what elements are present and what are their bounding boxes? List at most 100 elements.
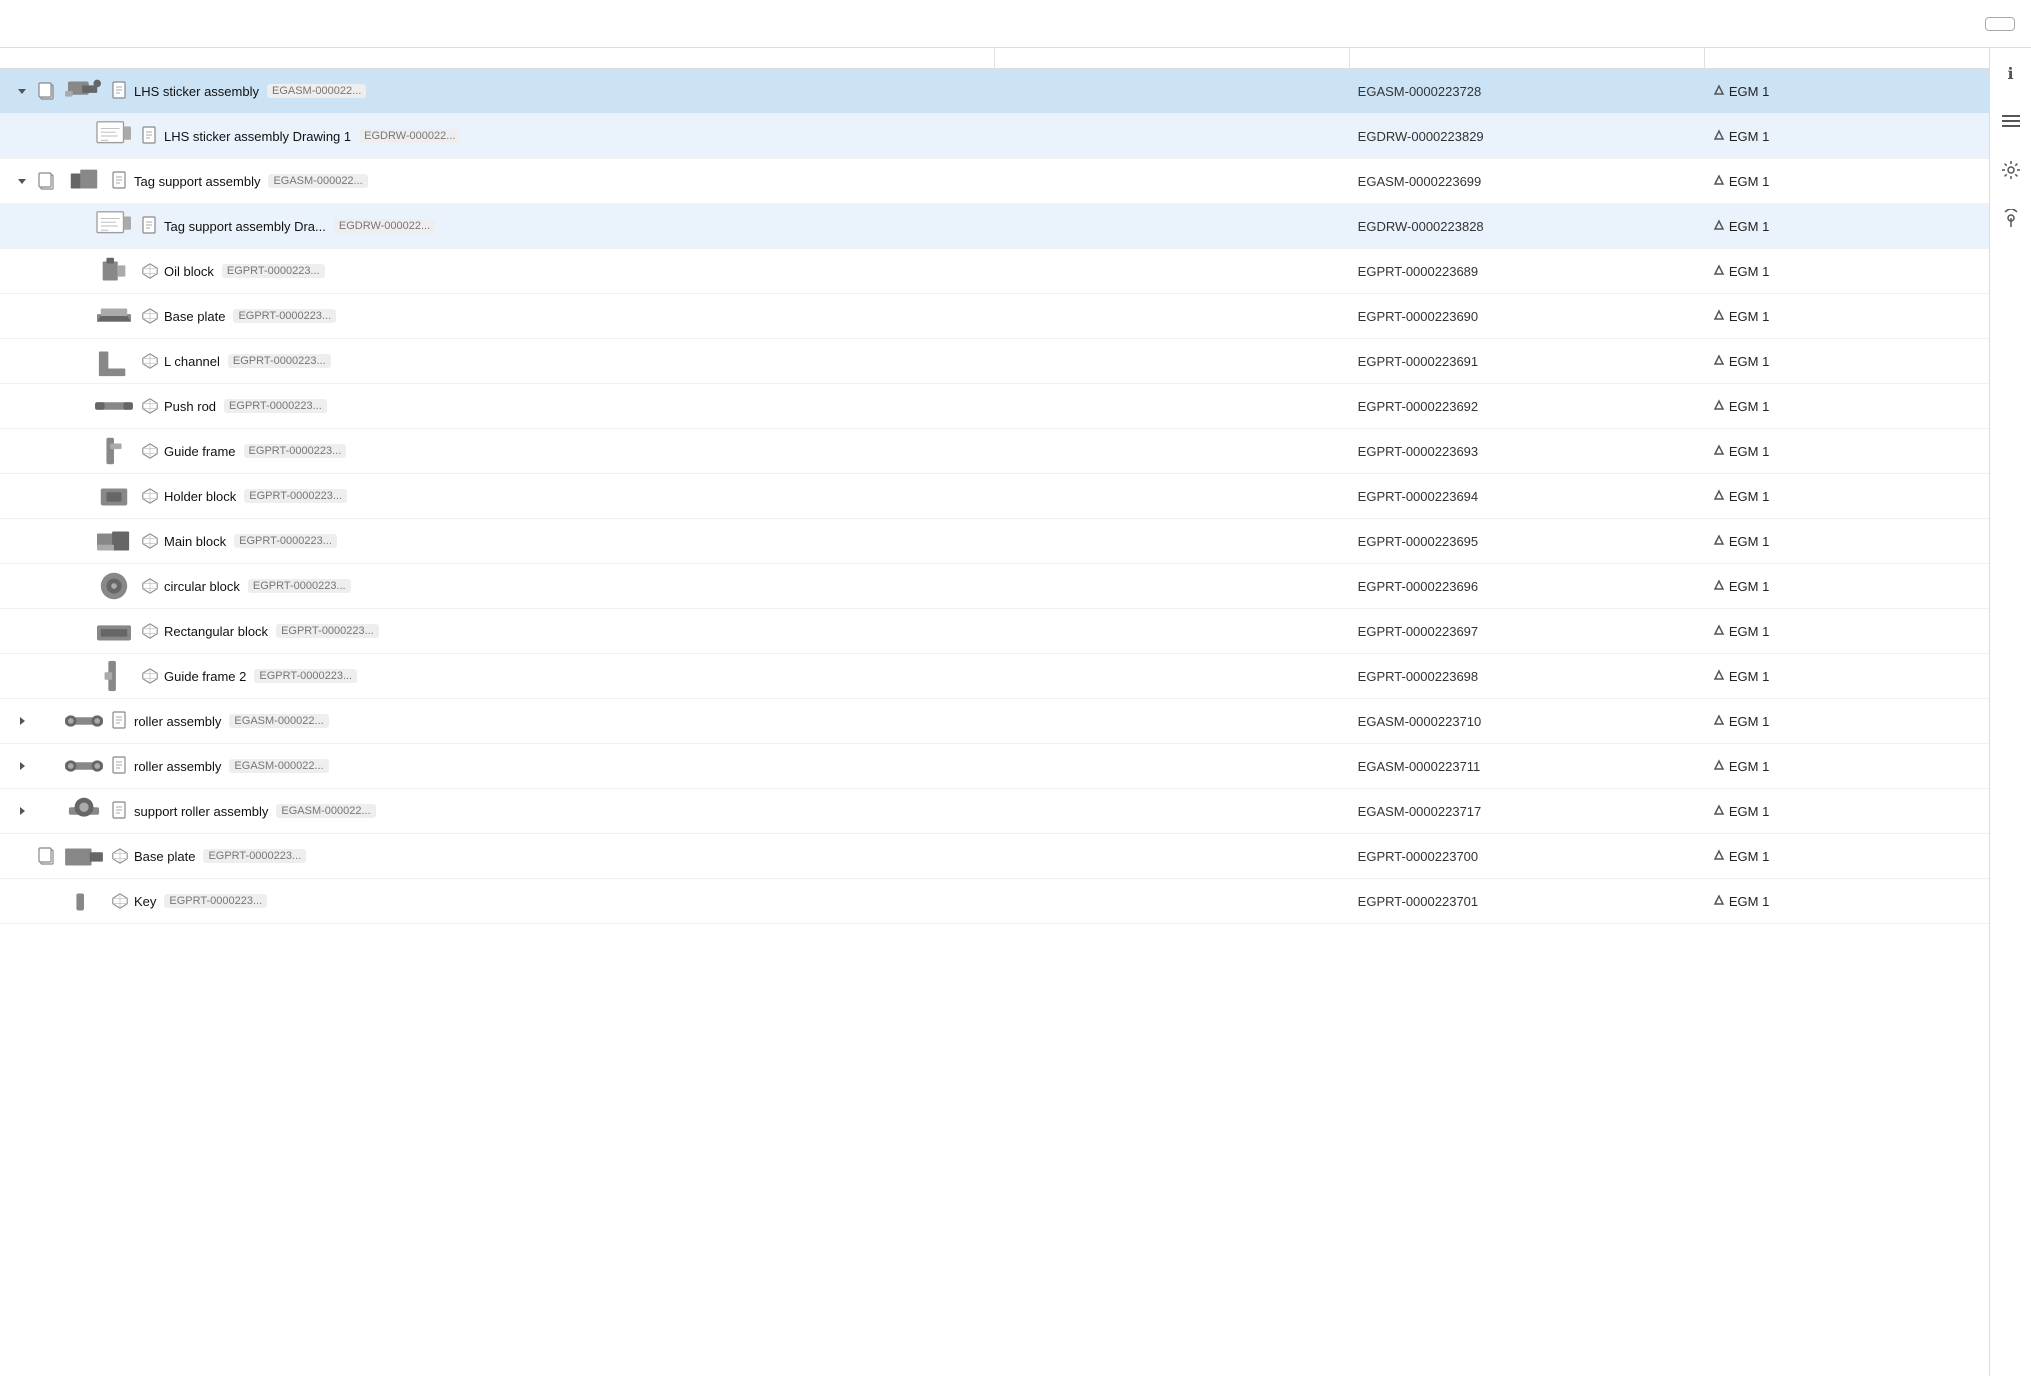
item-name: Tag support assembly Dra...: [164, 219, 326, 234]
part-number-value: EGPRT-0000223693: [1358, 444, 1478, 459]
description-cell: [995, 654, 1350, 699]
revision-arrow-icon: [1713, 714, 1725, 729]
item-tag: EGPRT-0000223...: [244, 444, 347, 458]
description-cell: [995, 609, 1350, 654]
revision-arrow-icon: [1713, 624, 1725, 639]
table-row[interactable]: Guide frameEGPRT-0000223...EGPRT-0000223…: [0, 429, 1989, 474]
table-row[interactable]: roller assemblyEGASM-000022...EGASM-0000…: [0, 699, 1989, 744]
description-cell: [995, 519, 1350, 564]
part-number-cell: EGPRT-0000223692: [1350, 384, 1705, 429]
table-row[interactable]: Tag support assembly Dra...EGDRW-000022.…: [0, 204, 1989, 249]
item-tag: EGPRT-0000223...: [248, 579, 351, 593]
revision-value: EGM 1: [1729, 264, 1769, 279]
item-tag: EGASM-000022...: [229, 759, 328, 773]
expand-button[interactable]: [12, 756, 32, 776]
item-name: Base plate: [134, 849, 195, 864]
table-row[interactable]: Tag support assembly EGASM-000022... EGASM…: [0, 159, 1989, 204]
revision-cell: EGM 1: [1705, 204, 1989, 249]
part-number-value: EGPRT-0000223700: [1358, 849, 1478, 864]
thumbnail: [62, 73, 106, 109]
add-columns-button[interactable]: [1985, 17, 2015, 31]
settings-icon[interactable]: [1997, 156, 2025, 184]
part-number-cell: EGASM-0000223710: [1350, 699, 1705, 744]
part-number-cell: EGPRT-0000223701: [1350, 879, 1705, 924]
item-tag: EGPRT-0000223...: [254, 669, 357, 683]
thumbnail: [92, 253, 136, 289]
revision-arrow-icon: [1713, 399, 1725, 414]
part-number-value: EGASM-0000223717: [1358, 804, 1482, 819]
description-cell: [995, 339, 1350, 384]
description-cell: [995, 249, 1350, 294]
table-row[interactable]: Base plateEGPRT-0000223...EGPRT-00002237…: [0, 834, 1989, 879]
table-row[interactable]: circular blockEGPRT-0000223...EGPRT-0000…: [0, 564, 1989, 609]
table-header-row: [0, 48, 1989, 69]
table-row[interactable]: Rectangular block EGPRT-0000223... EGPRT-0…: [0, 609, 1989, 654]
table-row[interactable]: Guide frame 2EGPRT-0000223...EGPRT-00002…: [0, 654, 1989, 699]
revision-cell: EGM 1: [1705, 834, 1989, 879]
thumbnail: [92, 568, 136, 604]
copy-icon[interactable]: [36, 80, 58, 102]
item-name: Holder block: [164, 489, 236, 504]
table-row[interactable]: support roller assemblyEGASM-000022...EG…: [0, 789, 1989, 834]
table-row[interactable]: KeyEGPRT-0000223...EGPRT-0000223701EGM 1: [0, 879, 1989, 924]
list-icon[interactable]: [1997, 108, 2025, 136]
description-cell: [995, 204, 1350, 249]
item-tag: EGPRT-0000223...: [233, 309, 336, 323]
expand-button[interactable]: [12, 81, 32, 101]
table-row[interactable]: Base plateEGPRT-0000223...EGPRT-00002236…: [0, 294, 1989, 339]
table-row[interactable]: LHS sticker assembly Drawing 1EGDRW-0000…: [0, 114, 1989, 159]
description-cell: [995, 744, 1350, 789]
revision-value: EGM 1: [1729, 669, 1769, 684]
item-name: Base plate: [164, 309, 225, 324]
part-number-value: EGASM-0000223728: [1358, 84, 1482, 99]
item-name: Push rod: [164, 399, 216, 414]
copy-icon[interactable]: [36, 845, 58, 867]
antenna-icon[interactable]: [1997, 204, 2025, 232]
table-row[interactable]: Push rodEGPRT-0000223...EGPRT-0000223692…: [0, 384, 1989, 429]
revision-arrow-icon: [1713, 444, 1725, 459]
item-name: Rectangular block: [164, 624, 268, 639]
item-tag: EGPRT-0000223...: [244, 489, 347, 503]
col-header-name: [0, 48, 995, 69]
revision-arrow-icon: [1713, 129, 1725, 144]
expand-button[interactable]: [12, 171, 32, 191]
part-type-icon: [140, 441, 160, 461]
table-row[interactable]: L channelEGPRT-0000223...EGPRT-000022369…: [0, 339, 1989, 384]
part-type-icon: [110, 846, 130, 866]
part-number-value: EGASM-0000223699: [1358, 174, 1482, 189]
revision-value: EGM 1: [1729, 219, 1769, 234]
thumbnail: [62, 838, 106, 874]
table-row[interactable]: Main blockEGPRT-0000223...EGPRT-00002236…: [0, 519, 1989, 564]
table-row[interactable]: Oil blockEGPRT-0000223...EGPRT-000022368…: [0, 249, 1989, 294]
revision-cell: EGM 1: [1705, 474, 1989, 519]
revision-value: EGM 1: [1729, 174, 1769, 189]
table-row[interactable]: Holder blockEGPRT-0000223...EGPRT-000022…: [0, 474, 1989, 519]
part-number-cell: EGPRT-0000223689: [1350, 249, 1705, 294]
document-icon: [140, 126, 160, 146]
description-cell: [995, 789, 1350, 834]
part-number-cell: EGPRT-0000223691: [1350, 339, 1705, 384]
info-icon[interactable]: ℹ: [1997, 60, 2025, 88]
description-cell: [995, 879, 1350, 924]
expand-button[interactable]: [12, 801, 32, 821]
item-tag: EGPRT-0000223...: [276, 624, 379, 638]
revision-cell: EGM 1: [1705, 879, 1989, 924]
revision-cell: EGM 1: [1705, 339, 1989, 384]
revision-arrow-icon: [1713, 489, 1725, 504]
table-row[interactable]: roller assemblyEGASM-000022...EGASM-0000…: [0, 744, 1989, 789]
expand-button[interactable]: [12, 711, 32, 731]
revision-arrow-icon: [1713, 669, 1725, 684]
table-row[interactable]: LHS sticker assemblyEGASM-000022...EGASM…: [0, 69, 1989, 114]
copy-icon[interactable]: [36, 170, 58, 192]
thumbnail: [62, 703, 106, 739]
part-number-cell: EGPRT-0000223697: [1350, 609, 1705, 654]
item-tag: EGASM-000022...: [268, 174, 367, 188]
document-icon: [110, 801, 130, 821]
item-tag: EGPRT-0000223...: [234, 534, 337, 548]
item-name: Tag support assembly: [134, 174, 260, 189]
item-name: LHS sticker assembly: [134, 84, 259, 99]
part-number-value: EGPRT-0000223696: [1358, 579, 1478, 594]
item-name: Oil block: [164, 264, 214, 279]
thumbnail: [92, 523, 136, 559]
revision-value: EGM 1: [1729, 849, 1769, 864]
